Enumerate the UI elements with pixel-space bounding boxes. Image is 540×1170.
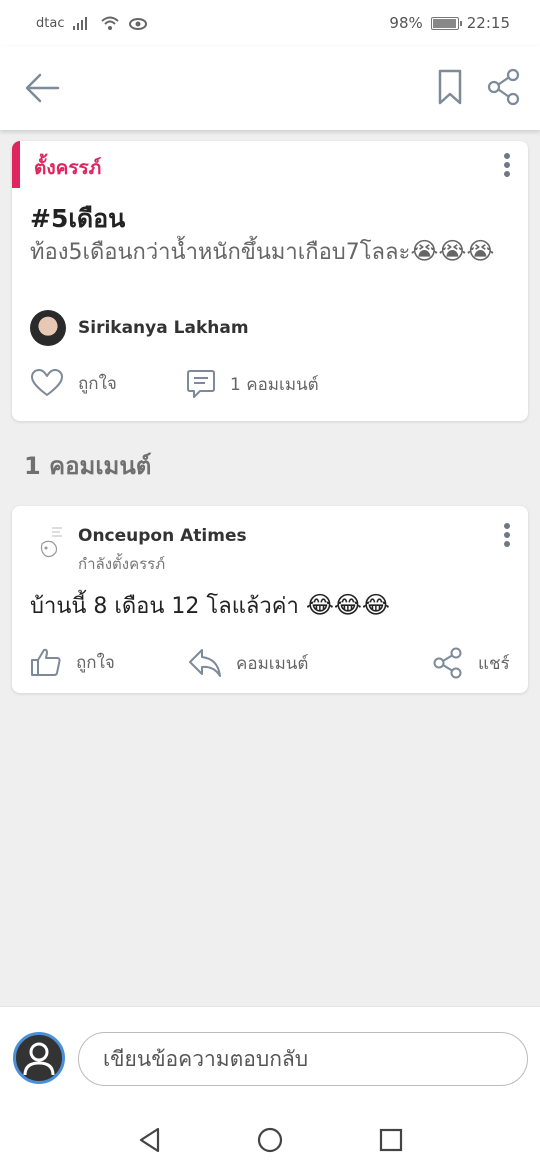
post-title: #5เดือน [30,204,126,233]
comment-bubble-icon [187,370,215,398]
post-more-options-icon[interactable] [503,153,511,177]
app-bar [0,46,540,130]
signal-icon [73,17,88,30]
heart-icon [31,369,63,396]
battery-percent: 98% [389,14,423,32]
status-bar: dtac 98% 22:15 [0,0,540,46]
post-body-text: ท้อง5เดือนกว่าน้ำหนักขึ้นมาเกือบ7โลละ [30,240,411,265]
comment-reply-button[interactable]: คอมเมนต์ [188,647,308,679]
post-like-button[interactable]: ถูกใจ [30,368,117,398]
author-name[interactable]: Sirikanya Lakham [78,318,249,338]
post-like-label: ถูกใจ [78,373,117,394]
comment-emojis: 😂😂😂 [305,591,390,619]
nav-home-icon[interactable] [256,1126,284,1154]
comment-text-body: บ้านนี้ 8 เดือน 12 โลแล้วค่า [30,594,299,619]
user-silhouette-icon [23,1042,55,1076]
category-accent-bar [12,141,20,188]
nav-back-icon[interactable] [136,1126,164,1154]
post-category[interactable]: ตั้งครรภ์ [34,153,101,183]
comment-share-button[interactable]: แชร์ [432,647,510,679]
commenter-name[interactable]: Onceupon Atimes [78,526,247,546]
comment-like-button[interactable]: ถูกใจ [30,647,115,677]
commenter-status: กำลังตั้งครรภ์ [78,555,166,573]
reply-arrow-icon [189,649,221,677]
status-right: 98% 22:15 [389,14,510,32]
nav-recents-icon[interactable] [377,1126,405,1154]
share-icon[interactable] [486,68,522,106]
comment-card: Onceupon Atimes กำลังตั้งครรภ์ บ้านนี้ 8… [12,506,528,693]
clock: 22:15 [466,14,510,32]
eye-comfort-icon [129,18,148,30]
back-arrow-icon[interactable] [22,70,62,106]
reply-input[interactable] [78,1032,528,1086]
post-body: ท้อง5เดือนกว่าน้ำหนักขึ้นมาเกือบ7โลละ😭😭😭 [30,235,516,269]
wifi-icon [101,16,120,30]
comment-more-options-icon[interactable] [503,523,511,547]
commenter-avatar[interactable] [32,522,68,562]
comments-heading: 1 คอมเมนต์ [24,452,152,480]
post-card: ตั้งครรภ์ #5เดือน ท้อง5เดือนกว่าน้ำหนักข… [12,141,528,421]
system-nav-bar [0,1108,540,1170]
reply-bar [0,1006,540,1108]
share-icon [433,647,462,679]
my-avatar[interactable] [13,1032,65,1084]
status-left: dtac [36,15,148,31]
comment-reply-label: คอมเมนต์ [236,653,309,674]
bookmark-icon[interactable] [436,68,464,106]
post-comments-count: 1 คอมเมนต์ [230,374,319,395]
comment-share-label: แชร์ [478,653,510,674]
author-avatar[interactable] [30,310,66,346]
comment-like-label: ถูกใจ [76,652,115,673]
carrier-label: dtac [36,15,65,31]
post-comments-button[interactable]: 1 คอมเมนต์ [186,368,319,400]
comment-text: บ้านนี้ 8 เดือน 12 โลแล้วค่า 😂😂😂 [30,588,390,623]
thumbs-up-icon [31,648,61,676]
post-body-emojis: 😭😭😭 [410,237,495,265]
battery-icon [430,16,462,30]
